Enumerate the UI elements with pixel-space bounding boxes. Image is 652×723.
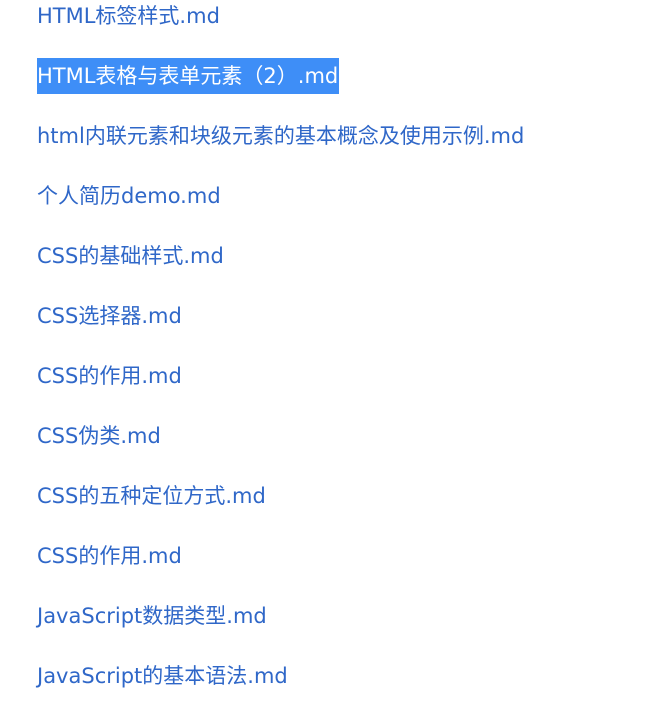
file-link-selected[interactable]: HTML表格与表单元素（2）.md xyxy=(37,58,340,94)
file-link[interactable]: CSS的五种定位方式.md xyxy=(37,478,266,514)
file-link[interactable]: CSS的作用.md xyxy=(37,538,182,574)
file-link[interactable]: HTML标签样式.md xyxy=(37,0,220,34)
file-list: HTML标签样式.md HTML表格与表单元素（2）.md html内联元素和块… xyxy=(0,0,652,723)
file-link[interactable]: CSS的基础样式.md xyxy=(37,238,224,274)
file-link[interactable]: 个人简历demo.md xyxy=(37,178,221,214)
file-link[interactable]: CSS伪类.md xyxy=(37,418,161,454)
file-link[interactable]: CSS选择器.md xyxy=(37,298,182,334)
file-link[interactable]: CSS的作用.md xyxy=(37,358,182,394)
file-link[interactable]: JavaScript数据类型.md xyxy=(37,598,267,634)
file-link[interactable]: JavaScript的基本语法.md xyxy=(37,658,288,694)
file-link[interactable]: html内联元素和块级元素的基本概念及使用示例.md xyxy=(37,118,524,154)
